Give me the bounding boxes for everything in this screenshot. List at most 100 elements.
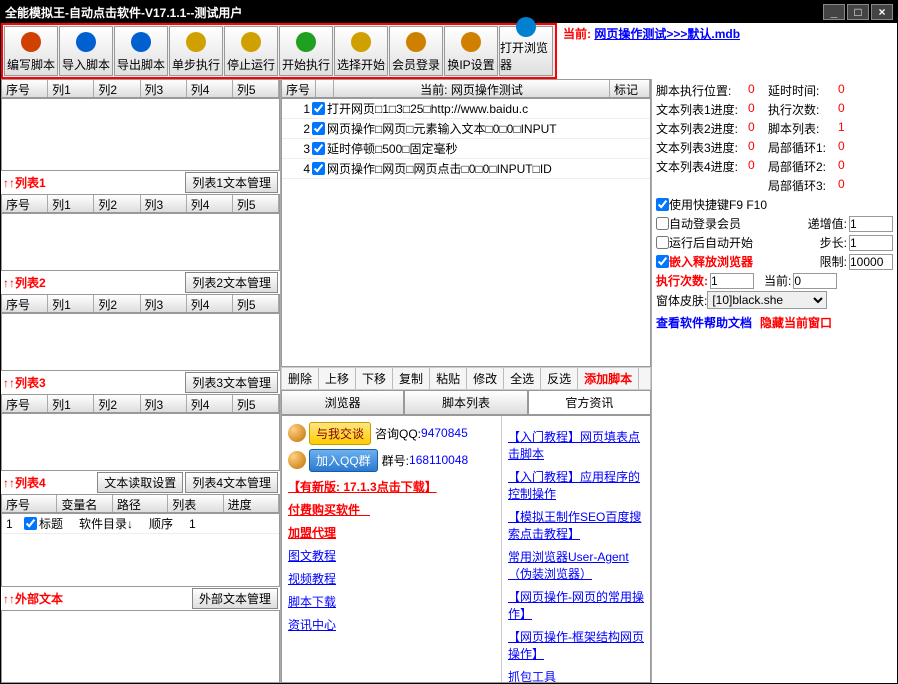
limit-input[interactable] [849,254,893,270]
info-link[interactable]: 资讯中心 [288,616,495,633]
list4-header: 序号变量名路径列表进度 [1,494,280,513]
current-file-status: 当前: 网页操作测试>>>默认.mdb [557,23,897,79]
list2-title: ↑↑列表2 [3,274,183,291]
titlebar: 全能模拟王-自动点击软件-V17.1.1--测试用户 _ □ × [1,1,897,23]
list4-body[interactable]: 1 标题 软件目录↓ 顺序 1 [1,513,280,586]
top-list-body[interactable] [1,98,280,171]
external-text-body[interactable] [1,610,280,683]
info-link[interactable]: 视频教程 [288,570,495,587]
minimize-button[interactable]: _ [823,4,845,20]
list2-header: 序号列1列2列3列4列5 [1,294,280,313]
info-link[interactable]: 付费购买软件 加盟代理 [288,501,495,541]
external-text-manage-button[interactable]: 外部文本管理 [192,588,278,609]
stop-run-button[interactable]: 停止运行 [224,26,278,76]
center-panel: 序号 当前: 网页操作测试 标记 1打开网页□1□3□25□http://www… [281,79,651,683]
op-上移[interactable]: 上移 [319,368,356,389]
import-script-button[interactable]: 导入脚本 [59,26,113,76]
member-login-button[interactable]: 会员登录 [389,26,443,76]
tutorial-link[interactable]: 【入门教程】应用程序的控制操作 [508,468,644,502]
autologin-checkbox[interactable] [656,217,669,230]
view-help-link[interactable]: 查看软件帮助文档 [656,314,752,331]
start-exec-button[interactable]: 开始执行 [279,26,333,76]
tutorial-link[interactable]: 【入门教程】网页填表点击脚本 [508,428,644,462]
list2-title-row: ↑↑列表2列表2文本管理 [1,271,280,294]
hotkey-checkbox[interactable] [656,198,669,211]
op-删除[interactable]: 删除 [282,368,319,389]
tutorial-link[interactable]: 【模拟王制作SEO百度搜索点击教程】 [508,508,644,542]
op-复制[interactable]: 复制 [393,368,430,389]
left-panel: 序号列1列2列3列4列5 ↑↑列表1列表1文本管理序号列1列2列3列4列5↑↑列… [1,79,281,683]
list1-body[interactable] [1,213,280,271]
ip-settings-icon [457,28,485,56]
export-script-icon [127,28,155,56]
start-exec-icon [292,28,320,56]
current-count-input[interactable] [793,273,837,289]
text-read-settings-button[interactable]: 文本读取设置 [97,472,183,493]
op-下移[interactable]: 下移 [356,368,393,389]
autostart-checkbox[interactable] [656,236,669,249]
info-link[interactable]: 脚本下载 [288,593,495,610]
maximize-button[interactable]: □ [847,4,869,20]
chat-button[interactable]: 与我交谈 [309,422,371,445]
window-title: 全能模拟王-自动点击软件-V17.1.1--测试用户 [5,4,821,21]
open-browser-icon [512,15,540,39]
script-list-body[interactable]: 1打开网页□1□3□25□http://www.baidu.c2网页操作□网页□… [281,98,651,367]
close-button[interactable]: × [871,4,893,20]
tab-official-news[interactable]: 官方资讯 [528,390,651,414]
info-link[interactable]: 图文教程 [288,547,495,564]
right-panel: 脚本执行位置:0延时时间:0文本列表1进度:0执行次数:0文本列表2进度:0脚本… [651,79,897,683]
join-qq-group-button[interactable]: 加入QQ群 [309,449,378,472]
edit-script-button[interactable]: 编写脚本 [4,26,58,76]
script-row[interactable]: 1打开网页□1□3□25□http://www.baidu.c [282,99,650,119]
list3-text-manage-button[interactable]: 列表3文本管理 [185,372,278,393]
script-row-checkbox[interactable] [312,122,325,135]
export-script-button[interactable]: 导出脚本 [114,26,168,76]
open-browser-button[interactable]: 打开浏览器 [499,26,553,76]
op-反选[interactable]: 反选 [541,368,578,389]
tutorial-link[interactable]: 【网页操作-框架结构网页操作】 [508,628,644,662]
step-input[interactable] [849,235,893,251]
tutorial-link[interactable]: 常用浏览器User-Agent（伪装浏览器） [508,548,644,582]
list1-title-row: ↑↑列表1列表1文本管理 [1,171,280,194]
tutorial-link[interactable]: 抓包工具《httpwatchpro_9.3汉化版》的安装和使用 [508,668,644,684]
row-checkbox[interactable] [24,517,37,530]
script-row[interactable]: 4网页操作□网页□网页点击□0□0□INPUT□ID [282,159,650,179]
script-list-header: 序号 当前: 网页操作测试 标记 [281,79,651,98]
list4-title-row: ↑↑列表4 文本读取设置 列表4文本管理 [1,471,280,494]
script-row-checkbox[interactable] [312,142,325,155]
tutorial-link[interactable]: 【网页操作-网页的常用操作】 [508,588,644,622]
current-file-link[interactable]: 网页操作测试>>>默认.mdb [594,27,740,41]
tab-script-list[interactable]: 脚本列表 [404,390,527,414]
list3-title: ↑↑列表3 [3,374,183,391]
skin-select[interactable]: [10]black.she [707,291,827,309]
avatar-icon [288,424,306,442]
stop-run-icon [237,28,265,56]
op-粘贴[interactable]: 粘贴 [430,368,467,389]
list1-text-manage-button[interactable]: 列表1文本管理 [185,172,278,193]
qq-number: 9470845 [421,426,468,440]
list2-body[interactable] [1,313,280,371]
add-script-button[interactable]: 添加脚本 [578,368,639,389]
list4-text-manage-button[interactable]: 列表4文本管理 [185,472,278,493]
step-exec-button[interactable]: 单步执行 [169,26,223,76]
exec-count-input[interactable] [710,273,754,289]
avatar-icon [288,451,306,469]
script-row-checkbox[interactable] [312,102,325,115]
table-row[interactable]: 1 标题 软件目录↓ 顺序 1 [2,514,279,534]
select-start-button[interactable]: 选择开始 [334,26,388,76]
list3-body[interactable] [1,413,280,471]
increment-input[interactable] [849,216,893,232]
embed-browser-checkbox[interactable] [656,255,669,268]
center-tabs: 浏览器 脚本列表 官方资讯 [281,390,651,415]
op-全选[interactable]: 全选 [504,368,541,389]
script-row-checkbox[interactable] [312,162,325,175]
tab-browser[interactable]: 浏览器 [281,390,404,414]
script-row[interactable]: 2网页操作□网页□元素输入文本□0□0□INPUT [282,119,650,139]
hide-window-link[interactable]: 隐藏当前窗口 [760,314,832,331]
script-row[interactable]: 3延时停顿□500□固定毫秒 [282,139,650,159]
list2-text-manage-button[interactable]: 列表2文本管理 [185,272,278,293]
op-修改[interactable]: 修改 [467,368,504,389]
list3-header: 序号列1列2列3列4列5 [1,394,280,413]
info-link[interactable]: 【有新版: 17.1.3点击下载】 [288,478,495,495]
ip-settings-button[interactable]: 换IP设置 [444,26,498,76]
